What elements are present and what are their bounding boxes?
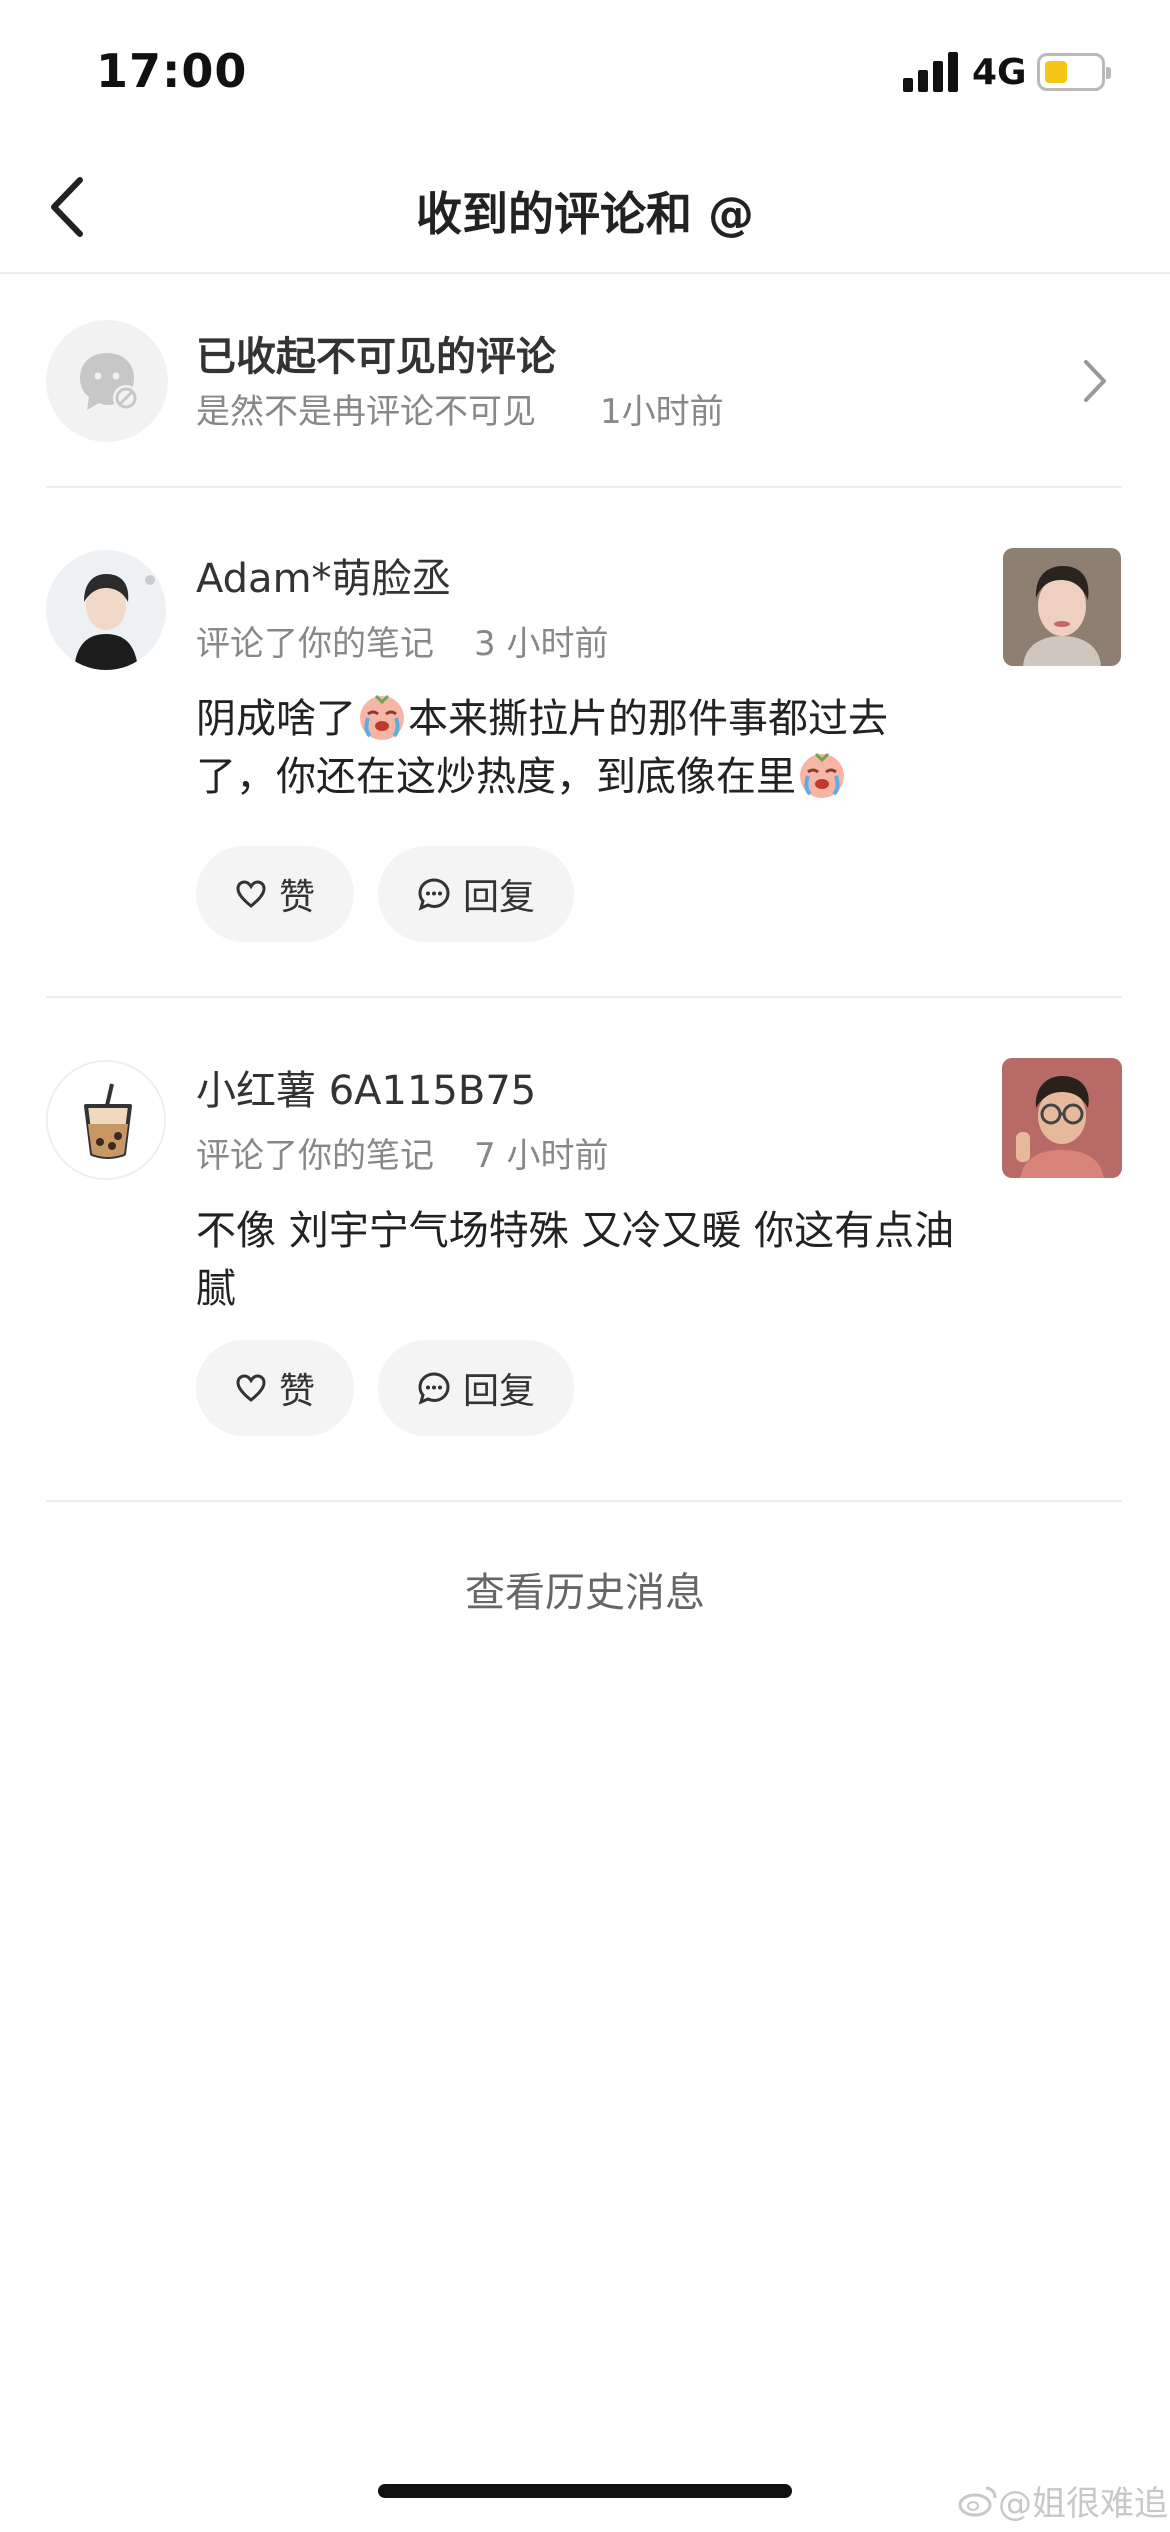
avatar[interactable] [46,550,166,670]
comment-action: 评论了你的笔记 [196,624,434,664]
status-time: 17:00 [96,44,248,98]
comment-item: 小红薯 6A115B75 评论了你的笔记 7 小时前 不像 刘宇宁气场特殊 又冷… [0,996,1170,1500]
note-thumbnail[interactable] [1003,548,1121,666]
home-indicator[interactable] [378,2484,792,2498]
view-history-link[interactable]: 查看历史消息 [0,1560,1170,1618]
screen: 17:00 4G 收到的评论和 @ 已收起不可见的评论 是然不是冉评论不可见 1… [0,0,1170,2532]
comment-action: 评论了你的笔记 [196,1136,434,1176]
reply-bubble-icon [418,878,450,911]
comment-time: 3 小时前 [474,624,609,664]
username[interactable]: Adam*萌脸丞 [196,546,452,604]
like-label: 赞 [278,1371,315,1412]
folded-title: 已收起不可见的评论 [196,334,556,380]
like-button[interactable]: 赞 [196,1340,354,1436]
avatar[interactable] [46,1060,166,1180]
folded-subtitle: 是然不是冉评论不可见 [196,392,536,432]
reply-bubble-icon [418,1372,450,1405]
comment-item: Adam*萌脸丞 评论了你的笔记 3 小时前 阴成啥了 本来撕拉片的那件事都过去了… [0,486,1170,996]
reply-label: 回复 [462,1371,535,1412]
comment-text: 不像 刘宇宁气场特殊 又冷又暖 你这有点油腻 [196,1208,955,1312]
reply-label: 回复 [462,877,535,918]
reply-button[interactable]: 回复 [378,846,574,942]
folded-time: 1小时前 [600,392,724,432]
comment-divider [46,1500,1122,1502]
comment-text-part: 阴成啥了 [196,696,356,742]
watermark: @姐很难追 [958,2476,1168,2525]
hidden-comment-icon [46,320,168,442]
note-thumbnail[interactable] [1002,1058,1122,1178]
like-label: 赞 [278,877,315,918]
chevron-right-icon [1084,360,1106,402]
like-button[interactable]: 赞 [196,846,354,942]
network-label: 4G [972,52,1027,93]
heart-icon [236,880,266,908]
watermark-text: @姐很难追 [998,2484,1168,2524]
page-title: 收到的评论和 @ [415,187,754,241]
crying-emoji-icon [800,752,844,798]
weibo-logo-icon [958,2486,997,2516]
comment-text: 阴成啥了 本来撕拉片的那件事都过去了，你还在这炒热度，到底像在里 [196,690,956,806]
heart-icon [236,1374,266,1402]
battery-icon [1037,53,1111,91]
folded-comments-row[interactable]: 已收起不可见的评论 是然不是冉评论不可见 1小时前 [0,272,1170,486]
username[interactable]: 小红薯 6A115B75 [196,1058,536,1116]
reply-button[interactable]: 回复 [378,1340,574,1436]
crying-emoji-icon [360,694,404,740]
signal-icon [903,52,959,92]
comment-time: 7 小时前 [474,1136,609,1176]
